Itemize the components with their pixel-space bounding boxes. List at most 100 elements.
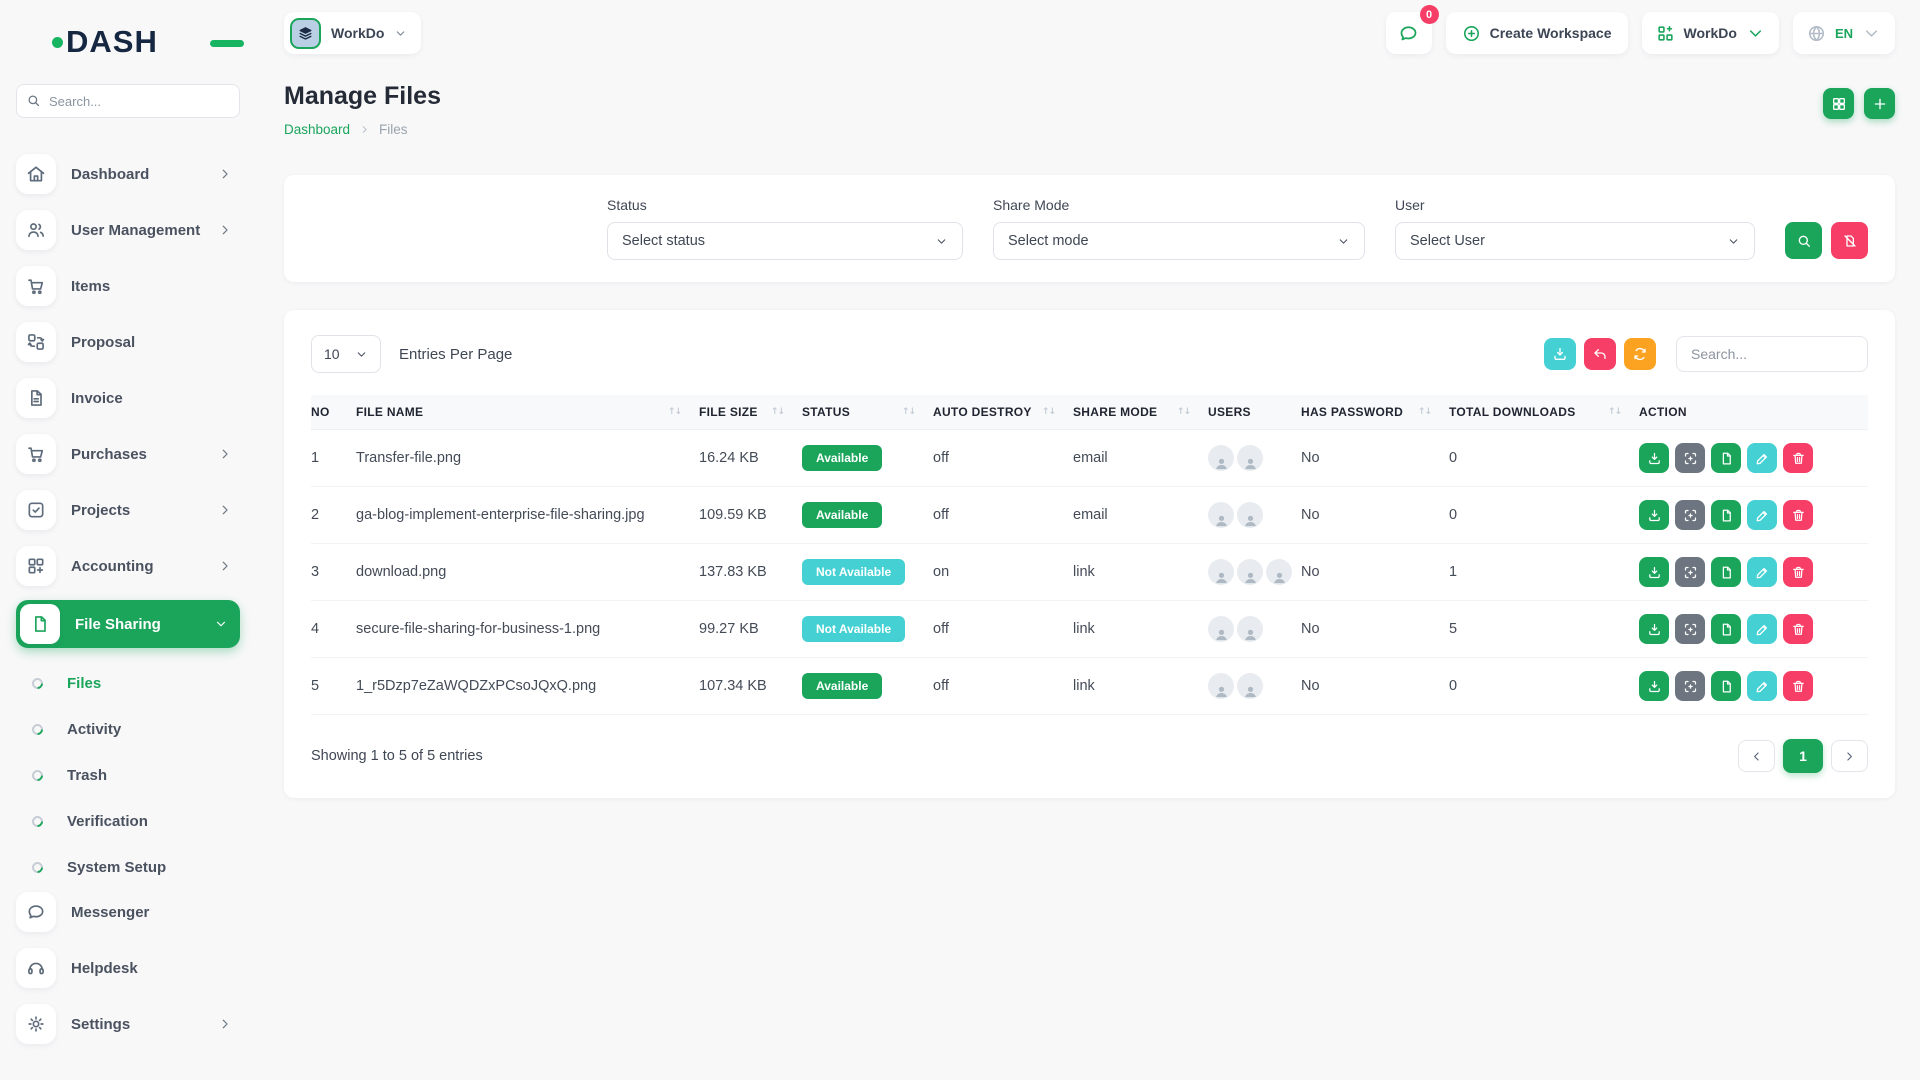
sidebar-subitem-system-setup[interactable]: System Setup <box>16 844 240 890</box>
person-icon <box>1272 570 1287 585</box>
workdo-apps-button[interactable]: WorkDo <box>1642 12 1779 54</box>
sort-icon[interactable]: ↑↓ <box>1042 407 1055 417</box>
sidebar-subitem-activity[interactable]: Activity <box>16 706 240 752</box>
sidebar-item-label: Dashboard <box>71 166 218 183</box>
entries-per-page-select[interactable]: 10 <box>311 335 381 373</box>
preview-qr-button[interactable] <box>1675 443 1705 473</box>
cell-file-size: 99.27 KB <box>699 601 802 658</box>
share-mode-select[interactable]: Select mode <box>993 222 1365 260</box>
edit-file-button[interactable] <box>1747 557 1777 587</box>
person-icon <box>1214 456 1229 471</box>
preview-qr-button[interactable] <box>1675 671 1705 701</box>
sidebar-subitem-trash[interactable]: Trash <box>16 752 240 798</box>
pencil-icon <box>1755 565 1770 580</box>
table-row: 3 download.png 137.83 KB Not Available o… <box>311 544 1868 601</box>
next-page-button[interactable] <box>1831 740 1868 772</box>
sidebar-subitem-verification[interactable]: Verification <box>16 798 240 844</box>
sidebar-item-purchases[interactable]: Purchases <box>16 432 240 476</box>
cell-auto-destroy: off <box>933 658 1073 715</box>
grid-view-button[interactable] <box>1823 88 1854 119</box>
delete-file-button[interactable] <box>1783 671 1813 701</box>
previous-page-button[interactable] <box>1738 740 1775 772</box>
messages-button[interactable]: 0 <box>1386 12 1432 54</box>
sidebar-item-items[interactable]: Items <box>16 264 240 308</box>
sidebar-subitem-files[interactable]: Files <box>16 660 240 706</box>
cell-total-downloads: 5 <box>1449 601 1639 658</box>
sort-icon[interactable]: ↑↓ <box>1608 407 1621 417</box>
sidebar-item-dashboard[interactable]: Dashboard <box>16 152 240 196</box>
edit-file-button[interactable] <box>1747 671 1777 701</box>
app-root: DASH Dashboard User Management Items Pro… <box>0 0 1920 1080</box>
export-button[interactable] <box>1544 338 1576 370</box>
sidebar-item-file-sharing[interactable]: File Sharing <box>16 600 240 648</box>
user-select[interactable]: Select User <box>1395 222 1755 260</box>
download-file-button[interactable] <box>1639 500 1669 530</box>
cell-auto-destroy: off <box>933 430 1073 487</box>
undo-button[interactable] <box>1584 338 1616 370</box>
scan-icon <box>1683 508 1698 523</box>
page-1-button[interactable]: 1 <box>1783 739 1823 773</box>
sidebar-item-label: Proposal <box>71 334 240 351</box>
sidebar-subitem-label: Files <box>67 675 101 692</box>
sort-icon[interactable]: ↑↓ <box>1418 407 1431 417</box>
sidebar-item-accounting[interactable]: Accounting <box>16 544 240 588</box>
file-detail-button[interactable] <box>1711 671 1741 701</box>
workspace-name: WorkDo <box>331 25 384 41</box>
cell-users <box>1208 487 1301 544</box>
circle-bullet-icon <box>30 675 46 691</box>
preview-qr-button[interactable] <box>1675 614 1705 644</box>
breadcrumb-dashboard-link[interactable]: Dashboard <box>284 122 350 137</box>
language-selector[interactable]: EN <box>1793 12 1895 54</box>
sidebar-item-messenger[interactable]: Messenger <box>16 890 240 934</box>
file-detail-button[interactable] <box>1711 500 1741 530</box>
download-file-button[interactable] <box>1639 443 1669 473</box>
sort-icon[interactable]: ↑↓ <box>1177 407 1190 417</box>
sidebar-item-invoice[interactable]: Invoice <box>16 376 240 420</box>
sort-icon[interactable]: ↑↓ <box>902 407 915 417</box>
chat-bubble-icon <box>1398 23 1419 44</box>
edit-file-button[interactable] <box>1747 500 1777 530</box>
status-select[interactable]: Select status <box>607 222 963 260</box>
sort-icon[interactable]: ↑↓ <box>668 407 681 417</box>
chevron-right-icon <box>359 124 370 135</box>
circle-bullet-icon <box>30 767 46 783</box>
sort-icon[interactable]: ↑↓ <box>771 407 784 417</box>
edit-file-button[interactable] <box>1747 443 1777 473</box>
delete-file-button[interactable] <box>1783 500 1813 530</box>
sidebar-item-settings[interactable]: Settings <box>16 1002 240 1046</box>
sidebar-item-projects[interactable]: Projects <box>16 488 240 532</box>
chevron-down-icon <box>1862 24 1881 43</box>
file-detail-button[interactable] <box>1711 557 1741 587</box>
workspace-switcher-button[interactable]: WorkDo <box>284 12 421 54</box>
sidebar-item-label: Invoice <box>71 390 240 407</box>
download-file-button[interactable] <box>1639 614 1669 644</box>
edit-file-button[interactable] <box>1747 614 1777 644</box>
chevron-down-icon <box>935 235 948 248</box>
pagination: 1 <box>1738 739 1868 773</box>
clear-filter-button[interactable] <box>1831 222 1868 259</box>
apply-filter-button[interactable] <box>1785 222 1822 259</box>
preview-qr-button[interactable] <box>1675 557 1705 587</box>
delete-file-button[interactable] <box>1783 557 1813 587</box>
file-detail-button[interactable] <box>1711 443 1741 473</box>
sidebar-search-input[interactable] <box>16 84 240 118</box>
brand-logo[interactable]: DASH <box>52 22 240 62</box>
preview-qr-button[interactable] <box>1675 500 1705 530</box>
trash-icon <box>1791 451 1806 466</box>
table-search-input[interactable] <box>1676 336 1868 372</box>
delete-file-button[interactable] <box>1783 614 1813 644</box>
sidebar-item-proposal[interactable]: Proposal <box>16 320 240 364</box>
refresh-button[interactable] <box>1624 338 1656 370</box>
download-file-button[interactable] <box>1639 557 1669 587</box>
sidebar-item-user-management[interactable]: User Management <box>16 208 240 252</box>
create-workspace-button[interactable]: Create Workspace <box>1446 12 1628 54</box>
add-file-button[interactable] <box>1864 88 1895 119</box>
delete-file-button[interactable] <box>1783 443 1813 473</box>
download-file-button[interactable] <box>1639 671 1669 701</box>
sidebar-item-label: Accounting <box>71 558 218 575</box>
cell-share-mode: email <box>1073 487 1208 544</box>
logo-text: DASH <box>66 24 158 60</box>
file-detail-button[interactable] <box>1711 614 1741 644</box>
sidebar-item-helpdesk[interactable]: Helpdesk <box>16 946 240 990</box>
check-square-icon <box>16 490 56 530</box>
